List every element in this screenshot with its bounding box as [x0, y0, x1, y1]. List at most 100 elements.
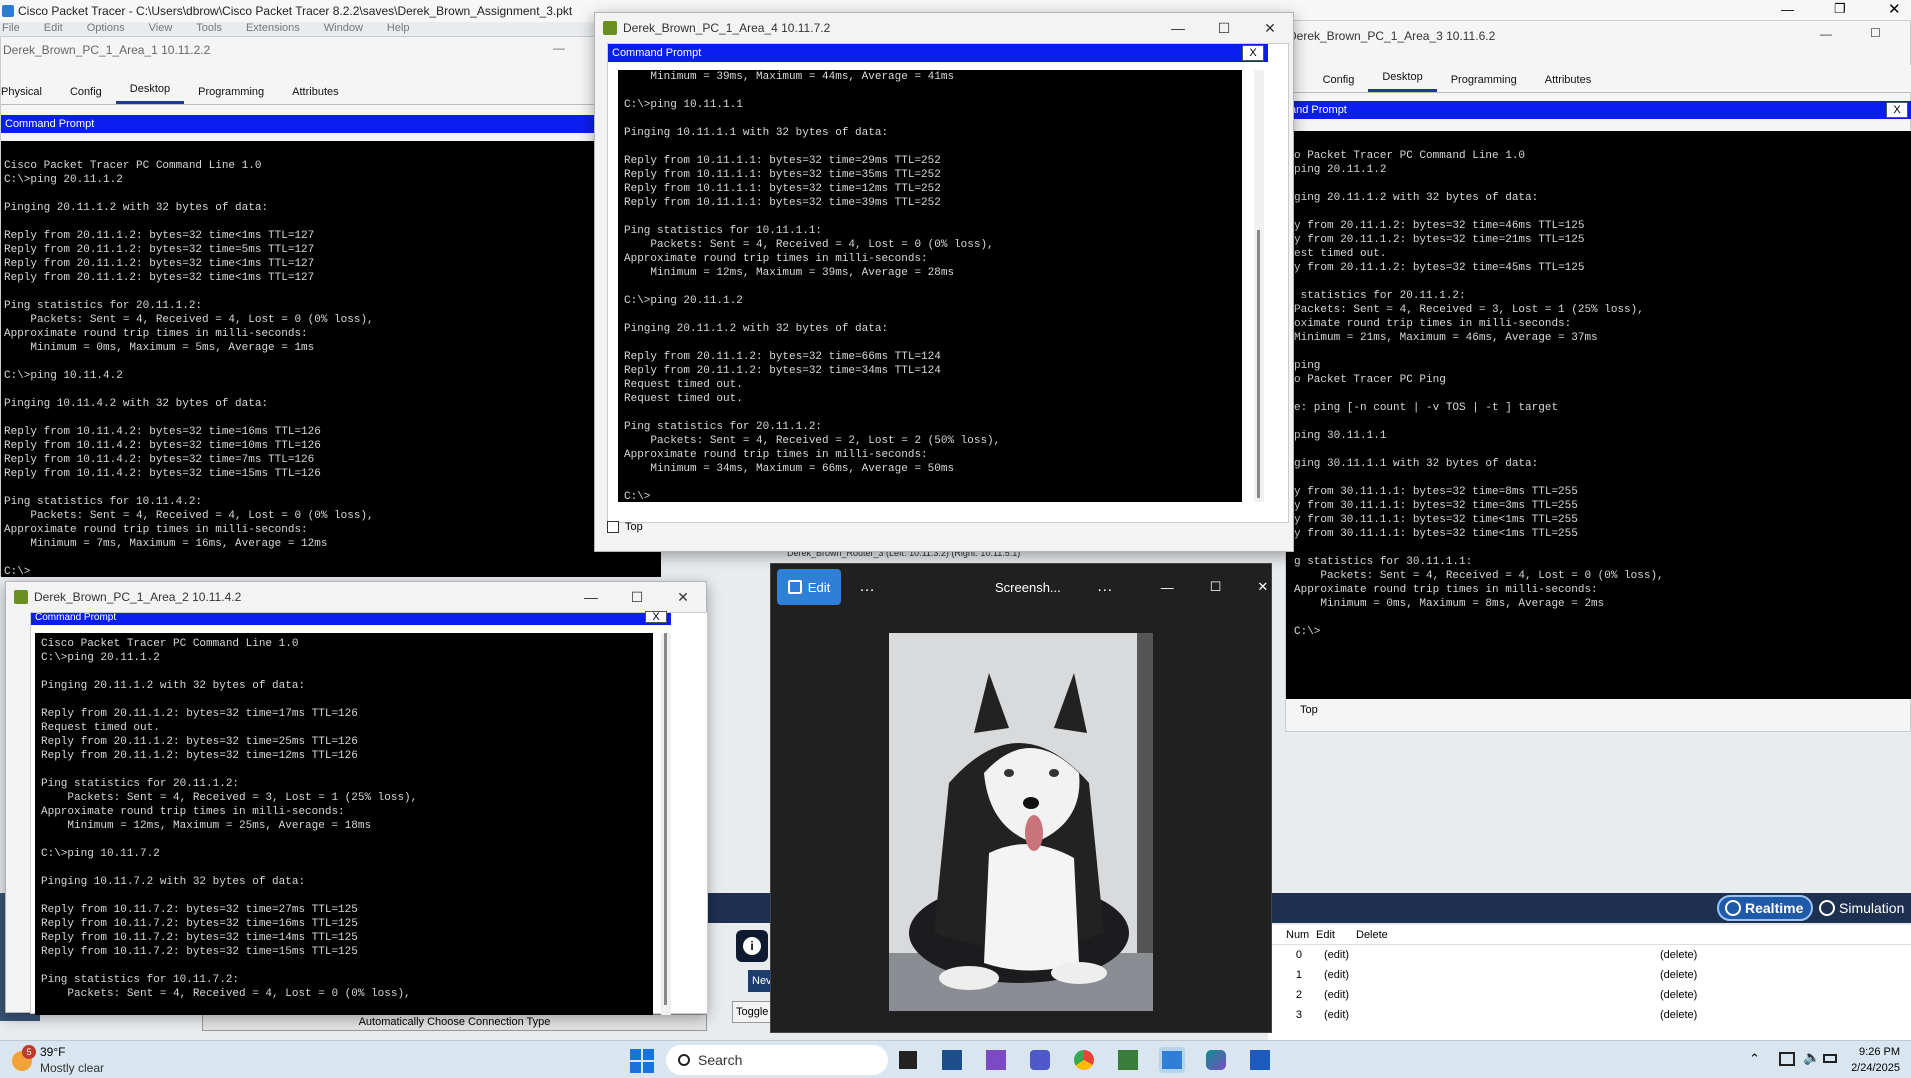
- microsoft365-icon[interactable]: [1203, 1047, 1229, 1073]
- main-close-button[interactable]: ✕: [1888, 0, 1901, 18]
- info-button[interactable]: i: [736, 930, 768, 962]
- new-scenario-button[interactable]: Nev: [748, 970, 772, 992]
- pdu-header-num: Num: [1286, 928, 1310, 941]
- pc-area4-maximize-button[interactable]: ☐: [1201, 13, 1247, 43]
- pc-area2-minimize-button[interactable]: —: [568, 582, 614, 612]
- taskbar-search[interactable]: Search: [666, 1045, 888, 1075]
- pdu-row-delete-link[interactable]: (delete): [1660, 969, 1697, 981]
- photos-more-button[interactable]: …: [859, 578, 875, 596]
- pc-area3-top-checkbox[interactable]: Top: [1300, 704, 1318, 716]
- photos-toolbar: Edit … Screensh... … — ☐ ✕: [771, 564, 1271, 610]
- pc-area3-terminal[interactable]: o Packet Tracer PC Command Line 1.0 ping…: [1286, 131, 1911, 699]
- photos-maximize-button[interactable]: ☐: [1210, 579, 1222, 595]
- pc-area1-cmd-title: Command Prompt: [5, 118, 95, 130]
- pc-area1-cmd-titlebar: Command Prompt: [1, 115, 661, 133]
- top-checkbox-label: Top: [625, 521, 643, 533]
- pc-area1-titlebar: Derek_Brown_PC_1_Area_1 10.11.2.2 —: [1, 37, 659, 63]
- start-button[interactable]: [630, 1049, 654, 1073]
- pc-area2-maximize-button[interactable]: ☐: [614, 582, 660, 612]
- task-view-icon[interactable]: [895, 1047, 921, 1073]
- tab-desktop[interactable]: Desktop: [1368, 65, 1437, 92]
- network-icon[interactable]: [1779, 1052, 1795, 1066]
- visual-studio-icon[interactable]: [983, 1047, 1009, 1073]
- pc-area2-close-button[interactable]: ✕: [660, 582, 706, 612]
- tab-programming[interactable]: Programming: [184, 80, 278, 104]
- simulation-button[interactable]: Simulation: [1815, 895, 1911, 921]
- pdu-row-edit-link[interactable]: (edit): [1310, 969, 1390, 981]
- pdu-row: 0 (edit) (delete): [1268, 945, 1911, 965]
- menu-tools[interactable]: Tools: [196, 22, 222, 36]
- teams-icon[interactable]: [1027, 1047, 1053, 1073]
- tab-attributes[interactable]: Attributes: [278, 80, 352, 104]
- pc-area4-close-button[interactable]: ✕: [1247, 13, 1293, 43]
- tab-config[interactable]: Config: [56, 80, 116, 104]
- main-restore-button[interactable]: ❐: [1834, 1, 1846, 17]
- pc-area2-cmd-close-button[interactable]: X: [645, 611, 667, 623]
- pdu-row-delete-link[interactable]: (delete): [1660, 989, 1697, 1001]
- pdu-row-edit-link[interactable]: (edit): [1310, 949, 1390, 961]
- main-minimize-button[interactable]: —: [1781, 2, 1794, 17]
- photos-menu-button[interactable]: …: [1097, 578, 1113, 596]
- pc-area3-cmd-titlebar: and Prompt X: [1286, 101, 1911, 119]
- tab-config[interactable]: Config: [1309, 68, 1369, 92]
- menu-view[interactable]: View: [149, 22, 173, 36]
- pdu-row-delete-link[interactable]: (delete): [1660, 1009, 1697, 1021]
- checkbox-box[interactable]: [607, 521, 619, 533]
- realtime-button[interactable]: Realtime: [1717, 895, 1813, 921]
- weather-widget[interactable]: 5 39°F Mostly clear: [8, 1043, 148, 1077]
- pc-area3-title: Derek_Brown_PC_1_Area_3 10.11.6.2: [1288, 29, 1496, 43]
- tab-physical[interactable]: Physical: [1, 80, 56, 104]
- pc-area2-terminal[interactable]: Cisco Packet Tracer PC Command Line 1.0 …: [35, 633, 653, 1015]
- photos-taskbar-icon[interactable]: [1159, 1047, 1185, 1073]
- menu-file[interactable]: File: [2, 22, 20, 36]
- pc-area4-terminal[interactable]: Minimum = 39ms, Maximum = 44ms, Average …: [618, 70, 1242, 502]
- pc-area2-scrollbar-thumb[interactable]: [664, 633, 667, 1005]
- pc-area3-cmd-close-button[interactable]: X: [1886, 102, 1908, 118]
- pc-area1-tabs: Physical Config Desktop Programming Attr…: [1, 77, 661, 105]
- windows-logo-icon: [630, 1049, 641, 1060]
- packet-tracer-taskbar-icon[interactable]: [1115, 1047, 1141, 1073]
- pc-area4-minimize-button[interactable]: —: [1155, 13, 1201, 43]
- pc-area2-desktop-panel: Command Prompt X Cisco Packet Tracer PC …: [30, 611, 708, 1015]
- battery-icon[interactable]: [1823, 1054, 1837, 1063]
- show-hidden-icons-chevron-up-icon[interactable]: ⌃: [1749, 1051, 1760, 1067]
- pc-area1-minimize-button[interactable]: —: [553, 41, 565, 55]
- pc-area4-scrollbar[interactable]: [1254, 70, 1264, 502]
- tab-programming[interactable]: Programming: [1437, 68, 1531, 92]
- pc-area3-maximize-button[interactable]: ☐: [1870, 26, 1881, 40]
- taskbar-apps: [895, 1047, 1273, 1073]
- system-clock[interactable]: 9:26 PM 2/24/2025: [1842, 1044, 1900, 1076]
- taskbar: 5 39°F Mostly clear Search ⌃ 🔈 9:26 PM 2…: [0, 1040, 1911, 1078]
- photos-edit-button[interactable]: Edit: [777, 569, 841, 605]
- menu-edit[interactable]: Edit: [44, 22, 63, 36]
- pc-area4-scrollbar-thumb[interactable]: [1257, 230, 1260, 498]
- pdu-row-delete-link[interactable]: (delete): [1660, 949, 1697, 961]
- visual-studio-code-icon[interactable]: [939, 1047, 965, 1073]
- pdu-row-edit-link[interactable]: (edit): [1310, 989, 1390, 1001]
- menu-extensions[interactable]: Extensions: [246, 22, 300, 36]
- word-icon[interactable]: [1247, 1047, 1273, 1073]
- chrome-icon[interactable]: [1071, 1047, 1097, 1073]
- photos-minimize-button[interactable]: —: [1161, 580, 1174, 595]
- pc-area4-top-checkbox[interactable]: Top: [607, 521, 643, 533]
- pc-area3-tabs: al Config Desktop Programming Attributes: [1286, 65, 1911, 93]
- tab-attributes[interactable]: Attributes: [1531, 68, 1605, 92]
- packet-tracer-pc-icon: [603, 21, 617, 35]
- weather-badge: 5: [22, 1045, 36, 1059]
- volume-icon[interactable]: 🔈: [1803, 1049, 1820, 1066]
- pc-area1-terminal[interactable]: Cisco Packet Tracer PC Command Line 1.0 …: [1, 141, 661, 577]
- packet-tracer-logo-icon: [2, 5, 14, 17]
- pdu-row-edit-link[interactable]: (edit): [1310, 1009, 1390, 1021]
- photos-close-button[interactable]: ✕: [1257, 579, 1268, 595]
- tab-desktop[interactable]: Desktop: [115, 77, 185, 104]
- husky-dog-photo: [889, 633, 1153, 1011]
- pc-area3-titlebar: Derek_Brown_PC_1_Area_3 10.11.6.2 — ☐: [1286, 21, 1910, 51]
- menu-options[interactable]: Options: [87, 22, 125, 36]
- menu-window[interactable]: Window: [324, 22, 363, 36]
- pc-area2-scrollbar[interactable]: [661, 633, 671, 1015]
- pc-area4-cmd-close-button[interactable]: X: [1242, 45, 1264, 61]
- pc-area3-minimize-button[interactable]: —: [1820, 27, 1832, 41]
- menu-help[interactable]: Help: [387, 22, 410, 36]
- toggle-pdu-button[interactable]: Toggle: [732, 1001, 772, 1023]
- pdu-list-header: Num Edit Delete: [1268, 925, 1911, 945]
